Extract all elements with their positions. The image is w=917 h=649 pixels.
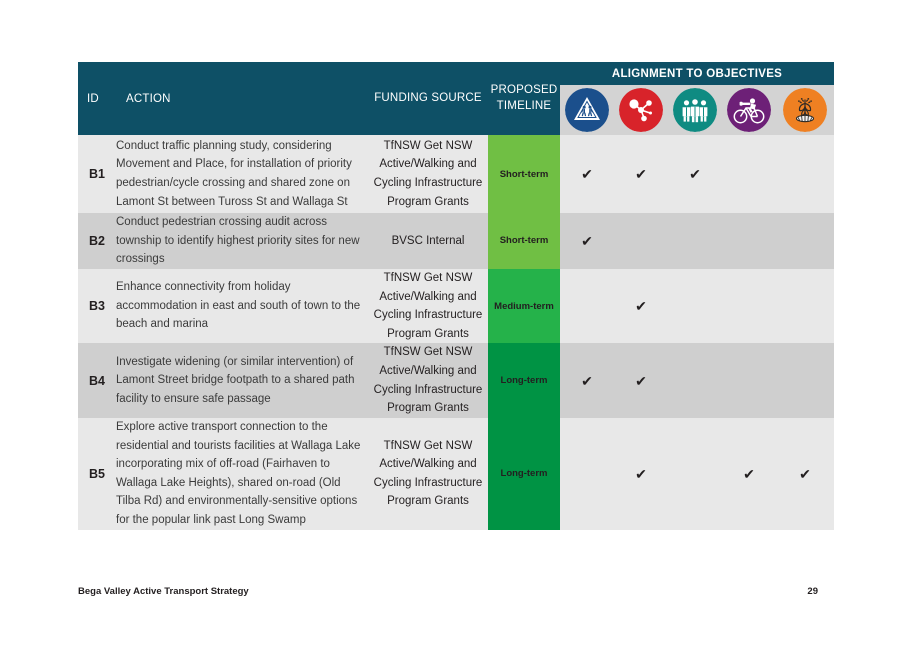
cell-id: B3 (78, 268, 116, 344)
column-header-id: ID (78, 62, 116, 135)
check-icon: ✔ (635, 166, 647, 182)
cell-alignment-connected-network: ✔ (614, 268, 668, 344)
footer-document-title: Bega Valley Active Transport Strategy (78, 586, 249, 597)
safety-pedestrian-crossing-icon (565, 88, 609, 132)
community-people-icon (673, 88, 717, 132)
table-row: B5 Explore active transport connection to… (78, 417, 835, 530)
objective-icon-cell-community (668, 85, 722, 135)
cell-alignment-safety-pedestrian-crossing: ✔ (560, 343, 614, 418)
cell-id: B2 (78, 213, 116, 269)
cell-alignment-safety-pedestrian-crossing (560, 417, 614, 530)
cell-proposed-timeline: Long-term (488, 417, 560, 530)
objective-icon-cell-cycling (722, 85, 776, 135)
cell-alignment-community-people: ✔ (668, 135, 722, 213)
table-row: B3 Enhance connectivity from holiday acco… (78, 268, 835, 344)
cell-funding-source: BVSC Internal (368, 213, 488, 269)
cell-action: Investigate widening (or similar interve… (116, 343, 368, 418)
cell-proposed-timeline: Long-term (488, 343, 560, 418)
cell-alignment-cycling-rider (722, 135, 776, 213)
cell-alignment-environment-tree (776, 213, 835, 269)
cycling-rider-icon (727, 88, 771, 132)
check-icon: ✔ (635, 372, 647, 389)
environment-tree-icon (783, 88, 828, 132)
table-row: B2 Conduct pedestrian crossing audit acro… (78, 213, 835, 269)
action-plan-table: ID ACTION FUNDING SOURCE PROPOSED TIMELI… (78, 62, 835, 530)
objective-icon-cell-environment (776, 85, 835, 135)
objective-icon-cell-safety (560, 85, 614, 135)
footer-page-number: 29 (807, 586, 818, 597)
cell-alignment-cycling-rider (722, 343, 776, 418)
check-icon: ✔ (743, 465, 755, 482)
cell-alignment-environment-tree (776, 343, 835, 418)
cell-alignment-safety-pedestrian-crossing: ✔ (560, 135, 614, 213)
table-row: B4 Investigate widening (or similar inter… (78, 343, 835, 418)
cell-id: B1 (78, 135, 116, 213)
check-icon: ✔ (635, 298, 647, 315)
cell-alignment-connected-network: ✔ (614, 135, 668, 213)
cell-alignment-environment-tree (776, 135, 835, 213)
column-header-funding-source: FUNDING SOURCE (368, 62, 488, 135)
cell-funding-source: TfNSW Get NSW Active/Walking and Cycling… (368, 343, 488, 418)
cell-alignment-community-people (668, 343, 722, 418)
cell-alignment-connected-network: ✔ (614, 417, 668, 530)
cell-alignment-connected-network: ✔ (614, 343, 668, 418)
cell-proposed-timeline: Short-term (488, 135, 560, 213)
table-row: B1 Conduct traffic planning study, consid… (78, 135, 835, 213)
cell-proposed-timeline: Short-term (488, 213, 560, 269)
cell-action: Conduct traffic planning study, consider… (116, 135, 368, 213)
cell-action: Explore active transport connection to t… (116, 417, 368, 530)
action-plan-table-wrapper: ID ACTION FUNDING SOURCE PROPOSED TIMELI… (78, 62, 835, 530)
cell-alignment-community-people (668, 213, 722, 269)
cell-funding-source: TfNSW Get NSW Active/Walking and Cycling… (368, 417, 488, 530)
cell-alignment-connected-network (614, 213, 668, 269)
cell-alignment-safety-pedestrian-crossing (560, 268, 614, 344)
cell-action: Conduct pedestrian crossing audit across… (116, 213, 368, 269)
cell-alignment-cycling-rider: ✔ (722, 417, 776, 530)
cell-alignment-cycling-rider (722, 213, 776, 269)
cell-alignment-cycling-rider (722, 268, 776, 344)
objectives-band-row: ID ACTION FUNDING SOURCE PROPOSED TIMELI… (78, 62, 835, 135)
page-canvas: ID ACTION FUNDING SOURCE PROPOSED TIMELI… (0, 0, 917, 649)
column-header-proposed-timeline: PROPOSED TIMELINE (488, 62, 560, 135)
check-icon: ✔ (689, 166, 701, 182)
check-icon: ✔ (635, 465, 647, 482)
connected-network-icon (619, 88, 663, 132)
cell-id: B4 (78, 343, 116, 418)
objective-icon-cell-connected-network (614, 85, 668, 135)
check-icon: ✔ (581, 232, 593, 249)
table-head: ID ACTION FUNDING SOURCE PROPOSED TIMELI… (78, 62, 835, 135)
column-header-action: ACTION (116, 62, 368, 135)
cell-proposed-timeline: Medium-term (488, 268, 560, 344)
cell-funding-source: TfNSW Get NSW Active/Walking and Cycling… (368, 135, 488, 213)
check-icon: ✔ (581, 372, 593, 389)
page-footer: Bega Valley Active Transport Strategy 29 (78, 586, 818, 597)
cell-id: B5 (78, 417, 116, 530)
cell-alignment-community-people (668, 417, 722, 530)
column-header-alignment-to-objectives: ALIGNMENT TO OBJECTIVES (560, 62, 835, 85)
table-body: B1 Conduct traffic planning study, consid… (78, 135, 835, 530)
cell-alignment-safety-pedestrian-crossing: ✔ (560, 213, 614, 269)
check-icon: ✔ (581, 166, 593, 182)
cell-alignment-community-people (668, 268, 722, 344)
cell-action: Enhance connectivity from holiday accomm… (116, 268, 368, 344)
cell-funding-source: TfNSW Get NSW Active/Walking and Cycling… (368, 268, 488, 344)
check-icon: ✔ (799, 465, 811, 482)
cell-alignment-environment-tree: ✔ (776, 417, 835, 530)
cell-alignment-environment-tree (776, 268, 835, 344)
